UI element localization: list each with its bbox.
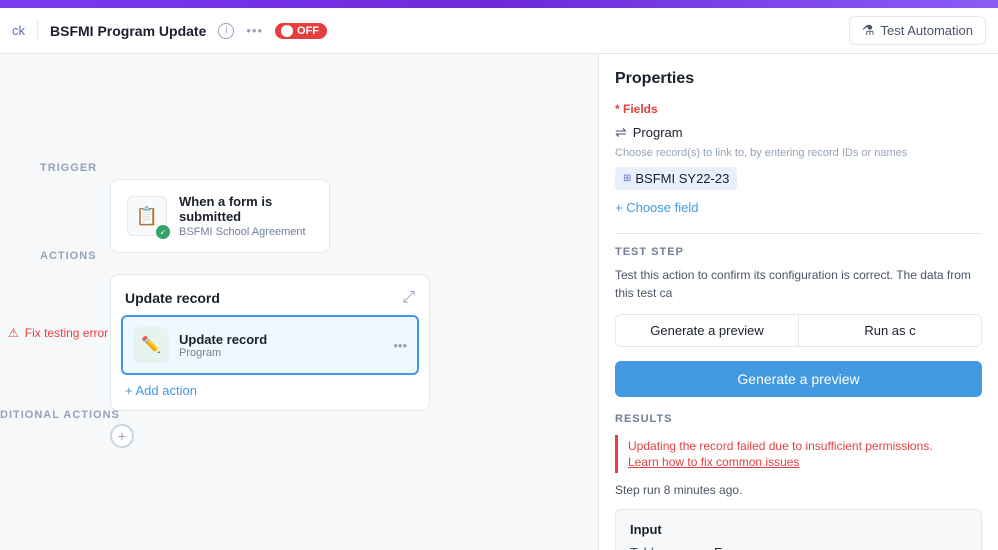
test-automation-label: Test Automation: [881, 23, 974, 38]
divider-1: [615, 233, 982, 234]
additional-actions-text: DITIONAL ACTIONS: [0, 409, 120, 421]
additional-actions-area: +: [110, 424, 134, 448]
generate-preview-tab-button[interactable]: Generate a preview: [616, 315, 798, 346]
actions-header: Update record ⤢: [121, 285, 419, 315]
back-button[interactable]: ck: [12, 23, 25, 38]
step-run-text: Step run 8 minutes ago.: [615, 483, 982, 497]
row-options-icon[interactable]: •••: [393, 338, 407, 353]
canvas: TRIGGER 📋 ✓ When a form is submitted BSF…: [0, 54, 598, 550]
info-icon[interactable]: i: [218, 23, 234, 39]
toggle-circle: [281, 25, 293, 37]
value-tag-text: BSFMI SY22-23: [635, 171, 729, 186]
pencil-icon: ✏️: [141, 335, 161, 355]
trigger-icon-box: 📋 ✓: [127, 196, 167, 236]
input-row-table: Table Forms: [630, 545, 967, 550]
add-action-button[interactable]: + Add action: [121, 375, 419, 400]
panel-title: Properties: [615, 70, 982, 88]
header: ck BSFMI Program Update i ••• OFF ⚗ Test…: [0, 8, 998, 54]
run-as-button[interactable]: Run as c: [798, 315, 981, 346]
trigger-card[interactable]: 📋 ✓ When a form is submitted BSFMI Schoo…: [110, 179, 330, 253]
table-value: Forms: [714, 545, 751, 550]
additional-actions-label: DITIONAL ACTIONS: [0, 409, 120, 421]
add-additional-action-button[interactable]: +: [110, 424, 134, 448]
fix-error-banner[interactable]: ⚠ Fix testing error: [0, 322, 116, 344]
trigger-subtitle: BSFMI School Agreement: [179, 226, 313, 238]
add-action-label: + Add action: [125, 383, 197, 398]
link-icon: ⇌: [615, 124, 627, 141]
fields-label: * Fields: [615, 102, 982, 116]
actions-title: Update record: [125, 290, 220, 306]
flask-icon: ⚗: [862, 22, 875, 39]
trigger-title: When a form is submitted: [179, 194, 313, 224]
helper-text: Choose record(s) to link to, by entering…: [615, 147, 982, 159]
value-tag[interactable]: ⊞ BSFMI SY22-23: [615, 167, 737, 190]
fix-error-link[interactable]: Learn how to fix common issues: [628, 455, 972, 469]
tag-icon: ⊞: [623, 173, 631, 184]
trigger-content: When a form is submitted BSFMI School Ag…: [179, 194, 313, 238]
update-record-row[interactable]: ✏️ Update record Program •••: [121, 315, 419, 375]
test-automation-button[interactable]: ⚗ Test Automation: [849, 16, 986, 45]
program-field-row: ⇌ Program: [615, 124, 982, 141]
actions-label: ACTIONS: [40, 250, 97, 262]
results-label: RESULTS: [615, 413, 982, 425]
main-layout: TRIGGER 📋 ✓ When a form is submitted BSF…: [0, 54, 998, 550]
expand-icon[interactable]: ⤢: [402, 289, 415, 307]
fix-error-label: Fix testing error: [25, 326, 108, 340]
choose-field-label: + Choose field: [615, 200, 698, 215]
program-field-name: Program: [633, 125, 683, 140]
toggle-label: OFF: [297, 25, 319, 37]
warning-icon: ⚠: [8, 326, 19, 340]
update-icon-box: ✏️: [133, 327, 169, 363]
table-label: Table: [630, 545, 710, 550]
error-main-text: Updating the record failed due to insuff…: [628, 439, 972, 453]
generate-preview-main-button[interactable]: Generate a preview: [615, 361, 982, 397]
actions-container: Update record ⤢ ✏️ Update record Program…: [110, 274, 430, 411]
update-title: Update record: [179, 332, 383, 347]
input-title: Input: [630, 522, 967, 537]
more-options-icon[interactable]: •••: [246, 23, 263, 38]
form-icon: 📋: [136, 206, 158, 227]
header-divider: [37, 21, 38, 41]
right-panel: Properties * Fields ⇌ Program Choose rec…: [598, 54, 998, 550]
top-bar: [0, 0, 998, 8]
toggle-off-button[interactable]: OFF: [275, 23, 327, 39]
test-step-label: TEST STEP: [615, 246, 982, 258]
test-buttons-group: Generate a preview Run as c: [615, 314, 982, 347]
check-icon: ✓: [156, 225, 170, 239]
update-subtitle: Program: [179, 347, 383, 359]
error-block: Updating the record failed due to insuff…: [615, 435, 982, 473]
choose-field-button[interactable]: + Choose field: [615, 200, 982, 215]
input-section: Input Table Forms Record ID recBxA1OFQXa…: [615, 509, 982, 550]
test-step-desc: Test this action to confirm its configur…: [615, 266, 982, 302]
automation-title: BSFMI Program Update: [50, 23, 206, 39]
update-content: Update record Program: [179, 332, 383, 359]
trigger-label: TRIGGER: [40, 162, 97, 174]
